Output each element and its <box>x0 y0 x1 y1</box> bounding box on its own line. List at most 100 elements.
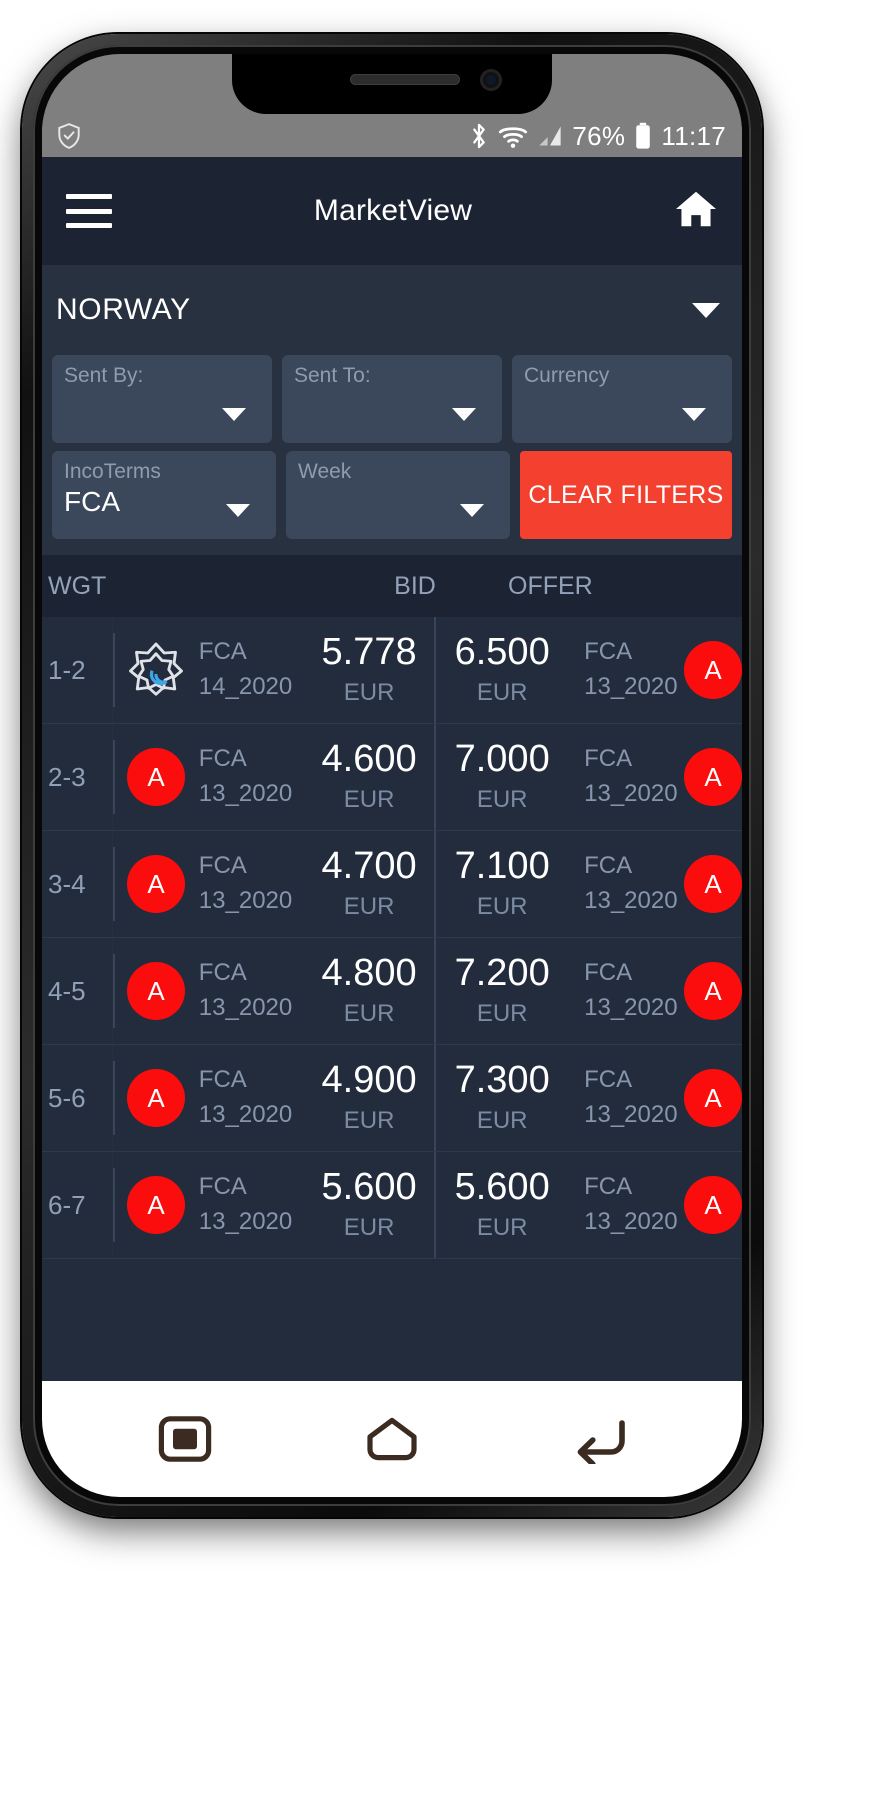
offer-week: 13_2020 <box>584 887 678 914</box>
bid-price-cell[interactable]: 4.800 EUR <box>304 938 437 1044</box>
pentagon-home-icon[interactable] <box>357 1409 427 1469</box>
bid-week: 13_2020 <box>198 1208 293 1235</box>
square-recents-icon[interactable] <box>150 1409 220 1469</box>
filter-week-label: Week <box>298 460 352 483</box>
offer-party-avatar: A <box>684 617 742 723</box>
bid-avatar[interactable]: A <box>127 962 185 1020</box>
offer-incoterm: FCA <box>584 745 633 773</box>
bid-avatar[interactable]: A <box>127 1176 185 1234</box>
filter-currency-label: Currency <box>524 364 610 387</box>
screenshot-stage: 76% 11:17 MarketView NORWAY Sent By: Sen… <box>0 0 893 1794</box>
bid-currency: EUR <box>343 1213 395 1241</box>
bid-avatar[interactable]: A <box>127 855 185 913</box>
bid-price-cell[interactable]: 5.778 EUR <box>304 617 437 723</box>
offer-price-cell[interactable]: 7.100 EUR <box>436 831 568 937</box>
filter-sent-by[interactable]: Sent By: <box>52 355 272 443</box>
offer-currency: EUR <box>476 1106 528 1134</box>
offer-party-avatar: A <box>684 1152 742 1258</box>
hamburger-menu-icon[interactable] <box>66 194 112 228</box>
table-row[interactable]: 4-5 A FCA 13_2020 4.800 EUR 7.200 EUR FC… <box>42 938 742 1045</box>
bid-week: 13_2020 <box>198 780 293 807</box>
bid-currency: EUR <box>343 678 395 706</box>
filter-sent-to[interactable]: Sent To: <box>282 355 502 443</box>
offer-price-cell[interactable]: 7.300 EUR <box>436 1045 568 1151</box>
row-weight-range: 1-2 <box>48 654 86 685</box>
offer-terms: FCA 13_2020 <box>568 724 684 830</box>
bid-terms: FCA 13_2020 <box>199 938 304 1044</box>
home-icon[interactable] <box>674 189 718 234</box>
bid-party-avatar: A <box>112 938 199 1044</box>
filter-currency[interactable]: Currency <box>512 355 732 443</box>
battery-icon <box>634 122 652 150</box>
bid-price-cell[interactable]: 4.900 EUR <box>304 1045 437 1151</box>
bid-week: 13_2020 <box>198 887 293 914</box>
phone-screen-container: 76% 11:17 MarketView NORWAY Sent By: Sen… <box>42 54 742 1497</box>
bid-price-cell[interactable]: 4.700 EUR <box>304 831 437 937</box>
offer-price-cell[interactable]: 6.500 EUR <box>436 617 568 723</box>
offer-incoterm: FCA <box>584 959 633 987</box>
offer-terms: FCA 13_2020 <box>568 831 684 937</box>
bid-currency: EUR <box>343 999 395 1027</box>
table-row[interactable]: 3-4 A FCA 13_2020 4.700 EUR 7.100 EUR FC… <box>42 831 742 938</box>
phone-bezel: 76% 11:17 MarketView NORWAY Sent By: Sen… <box>33 45 751 1506</box>
filter-incoterms[interactable]: IncoTerms FCA <box>52 451 276 539</box>
bid-price-value: 4.700 <box>321 845 417 888</box>
offer-price-cell[interactable]: 5.600 EUR <box>436 1152 568 1258</box>
clear-filters-button[interactable]: CLEAR FILTERS <box>520 451 732 539</box>
bid-avatar[interactable]: A <box>127 1069 185 1127</box>
offer-price-cell[interactable]: 7.200 EUR <box>436 938 568 1044</box>
table-row[interactable]: 2-3 A FCA 13_2020 4.600 EUR 7.000 EUR FC… <box>42 724 742 831</box>
bid-incoterm: FCA <box>198 1066 247 1094</box>
row-weight-range: 6-7 <box>48 1189 86 1220</box>
offer-avatar[interactable]: A <box>684 855 742 913</box>
offer-incoterm: FCA <box>584 638 633 666</box>
offer-week: 13_2020 <box>584 673 678 700</box>
table-row[interactable]: 6-7 A FCA 13_2020 5.600 EUR 5.600 EUR FC… <box>42 1152 742 1259</box>
bid-party-avatar: A <box>112 831 199 937</box>
bid-price-cell[interactable]: 4.600 EUR <box>304 724 437 830</box>
filter-sent-by-label: Sent By: <box>64 364 144 387</box>
offer-price-cell[interactable]: 7.000 EUR <box>436 724 568 830</box>
back-arrow-icon[interactable] <box>564 1409 634 1469</box>
bid-terms: FCA 13_2020 <box>199 831 304 937</box>
table-row[interactable]: 1-2 FCA 14_2020 5.778 EUR 6.500 EUR FCA … <box>42 617 742 724</box>
page-title: MarketView <box>313 194 473 227</box>
bid-price-value: 4.800 <box>321 952 417 995</box>
bluetooth-icon <box>469 122 489 150</box>
bid-avatar[interactable]: A <box>127 748 185 806</box>
offer-price-value: 7.100 <box>454 845 550 888</box>
filter-panel: Sent By: Sent To: Currency IncoTerms FCA… <box>42 355 742 555</box>
table-row[interactable]: 5-6 A FCA 13_2020 4.900 EUR 7.300 EUR FC… <box>42 1045 742 1152</box>
offer-avatar[interactable]: A <box>684 641 742 699</box>
filter-incoterms-label: IncoTerms <box>64 460 161 483</box>
bid-currency: EUR <box>343 1106 395 1134</box>
offer-avatar[interactable]: A <box>684 748 742 806</box>
status-bar-right: 76% 11:17 <box>469 122 726 150</box>
bid-terms: FCA 13_2020 <box>199 724 304 830</box>
filter-week[interactable]: Week <box>286 451 510 539</box>
offer-price-value: 6.500 <box>454 631 550 674</box>
chevron-down-icon <box>460 504 484 517</box>
offer-avatar[interactable]: A <box>684 1069 742 1127</box>
offer-incoterm: FCA <box>584 1066 633 1094</box>
bid-incoterm: FCA <box>198 638 247 666</box>
chevron-down-icon <box>222 408 246 421</box>
offer-terms: FCA 13_2020 <box>568 1045 684 1151</box>
bid-week: 13_2020 <box>198 1101 293 1128</box>
earpiece-speaker <box>350 74 460 85</box>
bid-price-value: 4.900 <box>321 1059 417 1102</box>
offer-terms: FCA 13_2020 <box>568 1152 684 1258</box>
offer-price-value: 7.000 <box>454 738 550 781</box>
bid-week: 14_2020 <box>198 673 293 700</box>
app-bar: MarketView <box>42 157 742 265</box>
row-weight-range: 5-6 <box>48 1082 86 1113</box>
bid-week: 13_2020 <box>198 994 293 1021</box>
offer-price-value: 7.300 <box>454 1059 550 1102</box>
market-table-body[interactable]: 1-2 FCA 14_2020 5.778 EUR 6.500 EUR FCA … <box>42 617 742 1381</box>
offer-avatar[interactable]: A <box>684 1176 742 1234</box>
country-selector[interactable]: NORWAY <box>42 265 742 355</box>
bid-price-value: 5.600 <box>321 1166 417 1209</box>
shield-check-icon <box>56 122 82 150</box>
bid-price-cell[interactable]: 5.600 EUR <box>304 1152 437 1258</box>
offer-avatar[interactable]: A <box>684 962 742 1020</box>
